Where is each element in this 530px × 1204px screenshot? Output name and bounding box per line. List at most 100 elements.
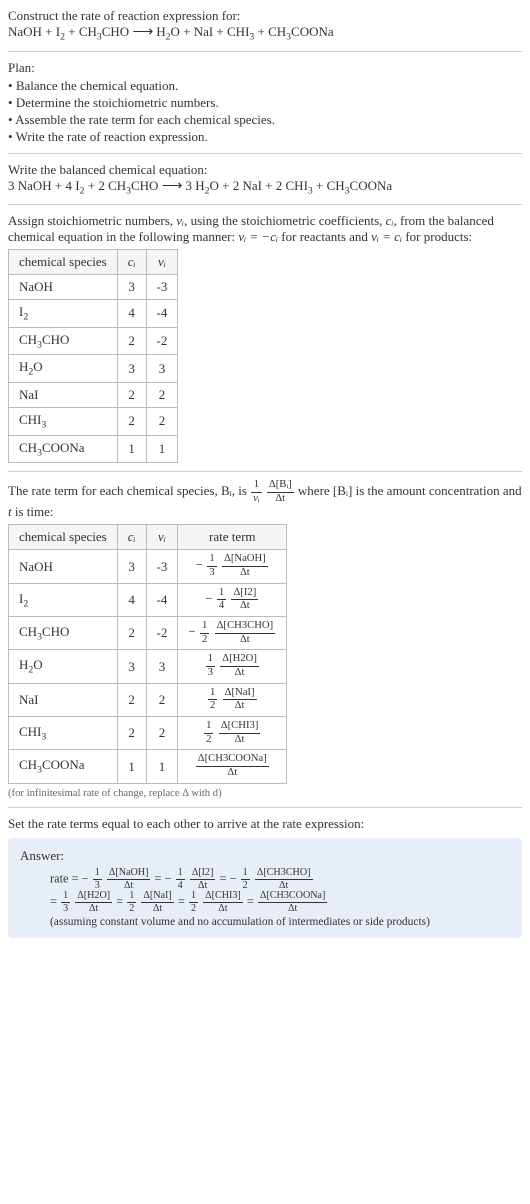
table-row: CHI322 [9, 407, 178, 435]
table-row: NaOH3-3− 13 Δ[NaOH]Δt [9, 550, 287, 583]
table-row: NaI2212 Δ[NaI]Δt [9, 683, 287, 716]
table-row: CH3CHO2-2− 12 Δ[CH3CHO]Δt [9, 617, 287, 650]
col-ci: cᵢ [117, 525, 146, 550]
stoich-table: chemical species cᵢ νᵢ NaOH3-3I24-4CH3CH… [8, 249, 178, 463]
stoich-intro: Assign stoichiometric numbers, νᵢ, using… [8, 213, 522, 245]
cell-species: I2 [9, 583, 118, 616]
assumption-note: (assuming constant volume and no accumul… [50, 916, 510, 928]
text: is time: [12, 504, 54, 519]
table-row: CH3COONa11Δ[CH3COONa]Δt [9, 750, 287, 783]
plan-item: Assemble the rate term for each chemical… [8, 112, 522, 128]
table-row: CH3CHO2-2 [9, 327, 178, 355]
cell-nui: -4 [146, 583, 178, 616]
delta-frac: Δ[Bᵢ] Δt [267, 480, 294, 504]
relation: νᵢ = cᵢ [371, 229, 402, 244]
cell-species: H2O [9, 355, 118, 383]
divider [8, 471, 522, 472]
cell-rate-term: − 12 Δ[CH3CHO]Δt [178, 617, 287, 650]
coeff-frac: 1 νᵢ [251, 480, 261, 504]
c-i: cᵢ [386, 213, 394, 228]
cell-nui: -2 [146, 327, 178, 355]
text: The rate term for each chemical species,… [8, 483, 250, 498]
cell-species: NaOH [9, 550, 118, 583]
table-row: NaI22 [9, 382, 178, 407]
cell-ci: 3 [117, 550, 146, 583]
construct-title: Construct the rate of reaction expressio… [8, 8, 522, 24]
table-header-row: chemical species cᵢ νᵢ [9, 250, 178, 275]
col-species: chemical species [9, 525, 118, 550]
cell-nui: 1 [146, 435, 178, 463]
cell-nui: 2 [146, 717, 178, 750]
balanced-equation: 3 NaOH + 4 I2 + 2 CH3CHO ⟶ 3 H2O + 2 NaI… [8, 178, 522, 197]
infinitesimal-note: (for infinitesimal rate of change, repla… [8, 788, 522, 799]
cell-rate-term: 12 Δ[CHI3]Δt [178, 717, 287, 750]
cell-species: CHI3 [9, 717, 118, 750]
cell-nui: 3 [146, 650, 178, 683]
cell-nui: 2 [146, 407, 178, 435]
construct-header: Construct the rate of reaction expressio… [8, 8, 522, 43]
cell-ci: 2 [117, 717, 146, 750]
cell-species: CH3COONa [9, 750, 118, 783]
nu-i: νᵢ [176, 213, 184, 228]
cell-ci: 4 [117, 583, 146, 616]
cell-ci: 3 [117, 275, 146, 300]
final-intro: Set the rate terms equal to each other t… [8, 816, 522, 832]
cell-nui: 3 [146, 355, 178, 383]
cell-rate-term: − 13 Δ[NaOH]Δt [178, 550, 287, 583]
plan-list: Balance the chemical equation. Determine… [8, 78, 522, 145]
balanced-title: Write the balanced chemical equation: [8, 162, 522, 178]
cell-ci: 2 [117, 683, 146, 716]
plan-item: Balance the chemical equation. [8, 78, 522, 94]
text: , using the stoichiometric coefficients, [184, 213, 386, 228]
col-rate: rate term [178, 525, 287, 550]
text: for products: [402, 229, 472, 244]
balanced-section: Write the balanced chemical equation: 3 … [8, 162, 522, 197]
cell-nui: -2 [146, 617, 178, 650]
table-header-row: chemical species cᵢ νᵢ rate term [9, 525, 287, 550]
cell-species: CH3COONa [9, 435, 118, 463]
answer-label: Answer: [20, 848, 510, 864]
table-row: CHI32212 Δ[CHI3]Δt [9, 717, 287, 750]
table-row: NaOH3-3 [9, 275, 178, 300]
cell-nui: 1 [146, 750, 178, 783]
cell-nui: 2 [146, 382, 178, 407]
cell-ci: 1 [117, 750, 146, 783]
cell-rate-term: − 14 Δ[I2]Δt [178, 583, 287, 616]
cell-species: CH3CHO [9, 327, 118, 355]
table-row: CH3COONa11 [9, 435, 178, 463]
relation: νᵢ = −cᵢ [238, 229, 278, 244]
col-species: chemical species [9, 250, 118, 275]
cell-nui: -4 [146, 300, 178, 328]
unbalanced-equation: NaOH + I2 + CH3CHO ⟶ H2O + NaI + CHI3 + … [8, 24, 522, 43]
col-nui: νᵢ [146, 525, 178, 550]
cell-species: NaI [9, 683, 118, 716]
cell-species: NaI [9, 382, 118, 407]
table-row: I24-4− 14 Δ[I2]Δt [9, 583, 287, 616]
plan-item: Write the rate of reaction expression. [8, 129, 522, 145]
cell-species: CHI3 [9, 407, 118, 435]
cell-species: H2O [9, 650, 118, 683]
rate-expression: rate = − 13 Δ[NaOH]Δt = − 14 Δ[I2]Δt = −… [50, 868, 510, 915]
plan-title: Plan: [8, 60, 522, 76]
divider [8, 51, 522, 52]
cell-species: CH3CHO [9, 617, 118, 650]
cell-nui: -3 [146, 550, 178, 583]
cell-ci: 1 [117, 435, 146, 463]
col-ci: cᵢ [117, 250, 146, 275]
divider [8, 153, 522, 154]
rate-table: chemical species cᵢ νᵢ rate term NaOH3-3… [8, 524, 287, 783]
col-nui: νᵢ [146, 250, 178, 275]
cell-species: I2 [9, 300, 118, 328]
cell-ci: 2 [117, 407, 146, 435]
cell-rate-term: Δ[CH3COONa]Δt [178, 750, 287, 783]
cell-ci: 2 [117, 327, 146, 355]
cell-species: NaOH [9, 275, 118, 300]
cell-ci: 3 [117, 355, 146, 383]
text: for reactants and [278, 229, 371, 244]
rate-intro: The rate term for each chemical species,… [8, 480, 522, 520]
table-row: H2O3313 Δ[H2O]Δt [9, 650, 287, 683]
text: where [Bᵢ] is the amount concentration a… [298, 483, 522, 498]
text: Assign stoichiometric numbers, [8, 213, 176, 228]
plan-item: Determine the stoichiometric numbers. [8, 95, 522, 111]
cell-rate-term: 13 Δ[H2O]Δt [178, 650, 287, 683]
